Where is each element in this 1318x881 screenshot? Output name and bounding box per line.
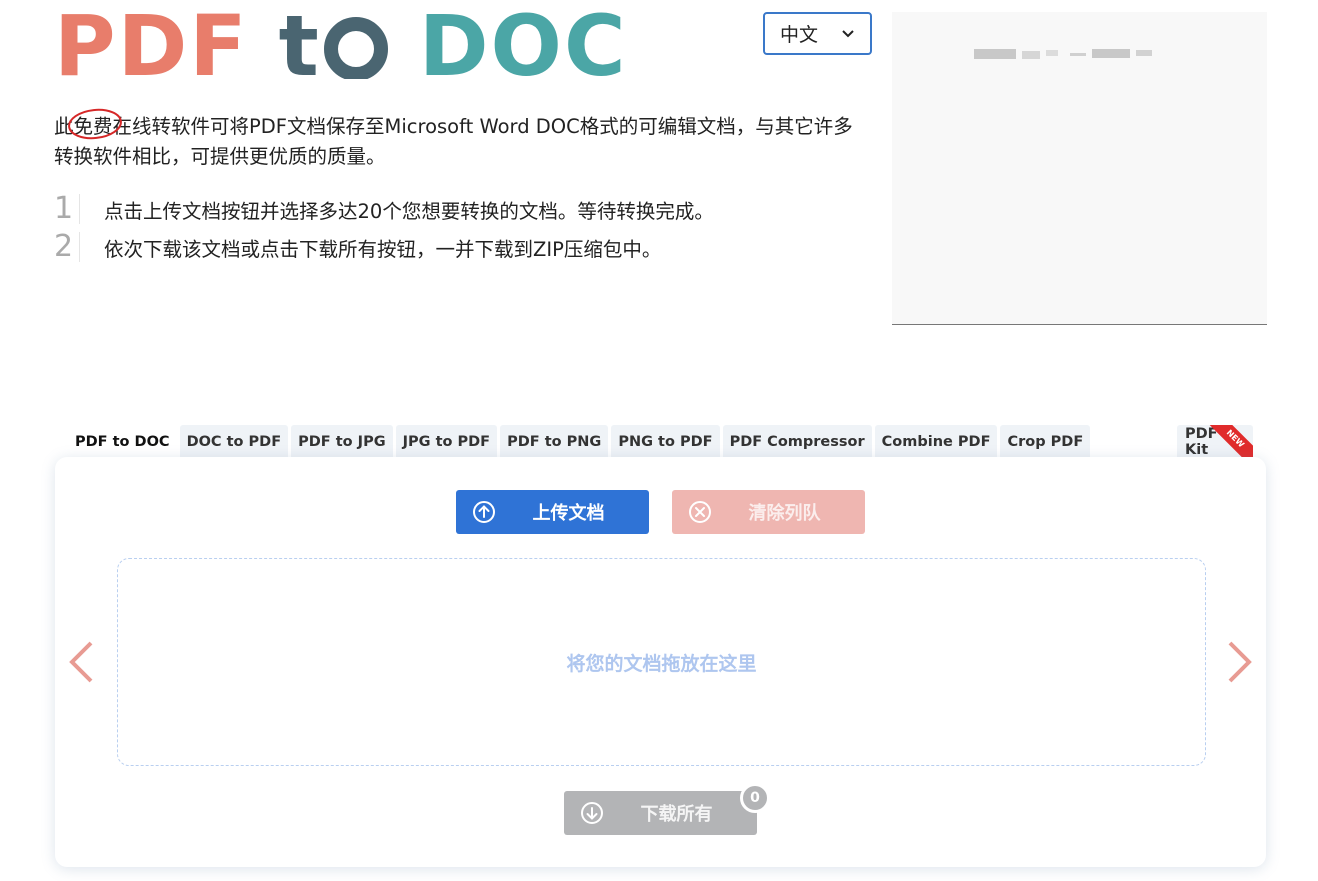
upload-arrow-icon xyxy=(473,501,495,523)
language-select[interactable]: 中文 xyxy=(763,12,872,55)
logo-refresh-icon xyxy=(323,17,388,79)
tab-pdf-to-doc[interactable]: PDF to DOC xyxy=(68,425,177,458)
download-all-label: 下载所有 xyxy=(640,804,713,825)
logo-pdf: PDF xyxy=(54,0,249,95)
tab-pdf-kit[interactable]: PDF Kit NEW xyxy=(1177,425,1253,458)
close-circle-icon xyxy=(689,501,711,523)
blurred-ad-content xyxy=(974,49,1152,59)
clear-queue-label: 清除列队 xyxy=(748,503,821,524)
step-text: 点击上传文档按钮并选择多达20个您想要转换的文档。等待转换完成。 xyxy=(104,199,714,223)
tab-pdf-compressor[interactable]: PDF Compressor xyxy=(722,425,872,458)
dropzone-text: 将您的文档拖放在这里 xyxy=(566,652,757,675)
step-number: 1 xyxy=(54,194,80,224)
tab-pdf-to-png[interactable]: PDF to PNG xyxy=(500,425,609,458)
converter-panel: 上传文档 清除列队 将您的文档拖放在这里 下载所有 0 xyxy=(55,457,1266,867)
site-logo[interactable]: PDF t DOC xyxy=(54,0,628,95)
download-arrow-icon xyxy=(581,802,603,824)
chevron-right-icon[interactable] xyxy=(1226,640,1254,684)
upload-button-label: 上传文档 xyxy=(532,503,605,524)
language-selected-label: 中文 xyxy=(780,24,819,46)
step-item: 2 依次下载该文档或点击下载所有按钮，一并下载到ZIP压缩包中。 xyxy=(54,228,864,266)
tool-tabs: PDF to DOC DOC to PDF PDF to JPG JPG to … xyxy=(68,425,1093,458)
step-number: 2 xyxy=(54,232,80,262)
file-dropzone[interactable]: 将您的文档拖放在这里 xyxy=(117,558,1206,766)
tab-doc-to-pdf[interactable]: DOC to PDF xyxy=(179,425,289,458)
red-circle-annotation xyxy=(67,108,122,140)
chevron-down-icon xyxy=(842,30,854,38)
logo-to: t xyxy=(279,4,389,88)
download-count-badge: 0 xyxy=(740,783,770,813)
clear-queue-button[interactable]: 清除列队 xyxy=(672,490,865,534)
upload-button[interactable]: 上传文档 xyxy=(456,490,649,534)
tab-jpg-to-pdf[interactable]: JPG to PDF xyxy=(395,425,498,458)
tab-crop-pdf[interactable]: Crop PDF xyxy=(1000,425,1091,458)
step-text: 依次下载该文档或点击下载所有按钮，一并下载到ZIP压缩包中。 xyxy=(104,237,662,261)
logo-doc: DOC xyxy=(418,0,628,95)
intro-text: 此免费 在线转软件可将PDF文档保存至Microsoft Word DOC格式的可… xyxy=(54,108,864,172)
step-item: 1 点击上传文档按钮并选择多达20个您想要转换的文档。等待转换完成。 xyxy=(54,190,864,228)
tab-png-to-pdf[interactable]: PNG to PDF xyxy=(611,425,720,458)
download-all-button[interactable]: 下载所有 xyxy=(564,791,757,835)
chevron-left-icon[interactable] xyxy=(67,640,95,684)
tab-combine-pdf[interactable]: Combine PDF xyxy=(874,425,998,458)
free-highlight: 免费 xyxy=(67,108,122,142)
ad-banner[interactable] xyxy=(892,12,1267,325)
tab-pdf-to-jpg[interactable]: PDF to JPG xyxy=(291,425,393,458)
steps-list: 1 点击上传文档按钮并选择多达20个您想要转换的文档。等待转换完成。 2 依次下… xyxy=(54,190,864,266)
